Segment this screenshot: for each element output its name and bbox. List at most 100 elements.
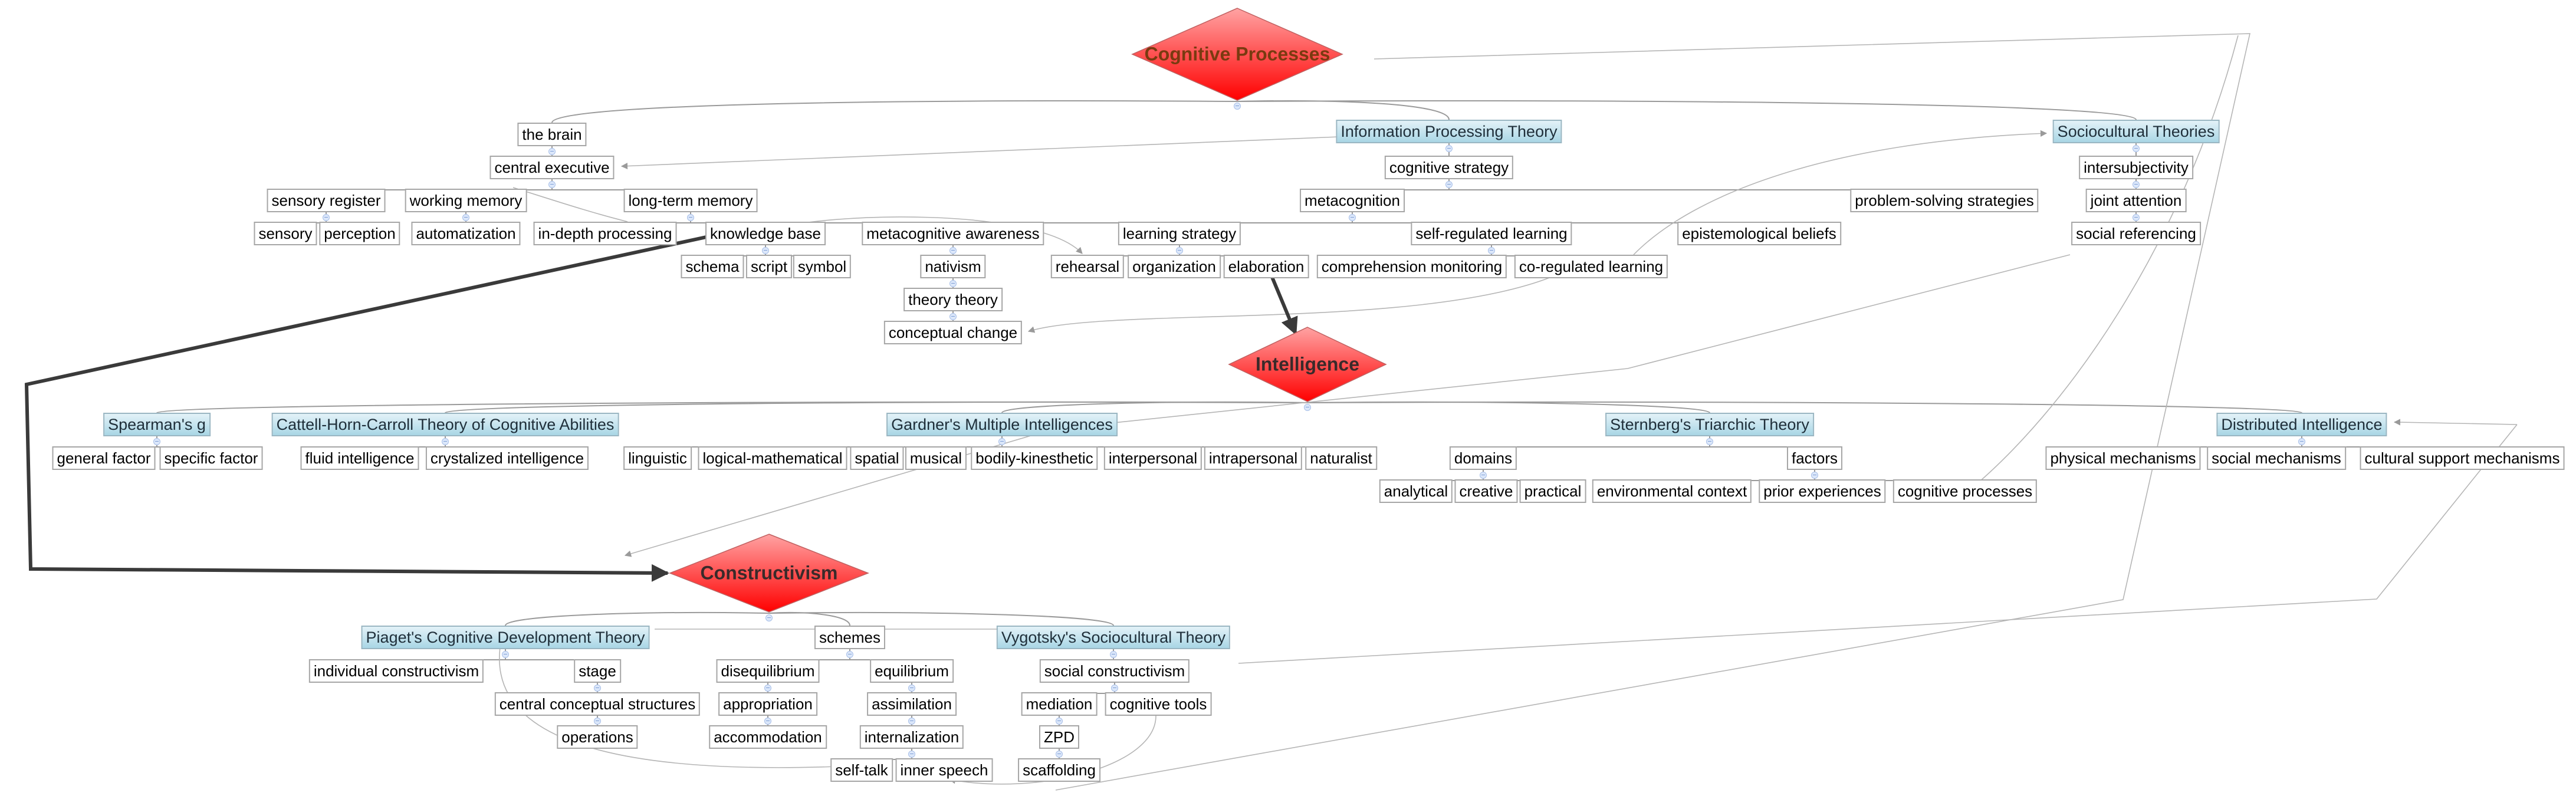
node-spearmans-g[interactable]: Spearman's g [103, 413, 211, 436]
collapse-toggle-icon[interactable] [765, 614, 773, 621]
collapse-toggle-icon[interactable] [2133, 145, 2140, 152]
collapse-toggle-icon[interactable] [908, 751, 915, 758]
collapse-toggle-icon[interactable] [1445, 145, 1453, 152]
collapse-toggle-icon[interactable] [949, 313, 957, 320]
node-script[interactable]: script [745, 255, 793, 278]
node-specific-factor[interactable]: specific factor [159, 446, 263, 470]
node-vygotskys-theory[interactable]: Vygotsky's Sociocultural Theory [996, 626, 1231, 649]
collapse-toggle-icon[interactable] [594, 685, 601, 692]
node-gardners-mi[interactable]: Gardner's Multiple Intelligences [886, 413, 1118, 436]
collapse-toggle-icon[interactable] [462, 214, 469, 221]
node-schema[interactable]: schema [681, 255, 744, 278]
node-operations[interactable]: operations [557, 725, 638, 749]
collapse-toggle-icon[interactable] [1110, 651, 1117, 658]
node-accommodation[interactable]: accommodation [709, 725, 827, 749]
node-musical[interactable]: musical [905, 446, 967, 470]
node-spatial[interactable]: spatial [850, 446, 904, 470]
node-schemes[interactable]: schemes [814, 626, 886, 649]
node-learning-strategy[interactable]: learning strategy [1118, 222, 1241, 245]
collapse-toggle-icon[interactable] [548, 181, 556, 188]
collapse-toggle-icon[interactable] [1445, 181, 1453, 188]
node-cognitive-processes-leaf[interactable]: cognitive processes [1892, 479, 2038, 503]
node-information-processing-theory[interactable]: Information Processing Theory [1336, 120, 1562, 143]
node-sociocultural-theories[interactable]: Sociocultural Theories [2052, 120, 2220, 143]
collapse-toggle-icon[interactable] [594, 718, 601, 725]
collapse-toggle-icon[interactable] [949, 247, 957, 254]
node-central-executive[interactable]: central executive [489, 156, 615, 179]
node-individual-constructivism[interactable]: individual constructivism [308, 659, 484, 683]
node-epistemological-beliefs[interactable]: epistemological beliefs [1677, 222, 1841, 245]
node-social-mechanisms[interactable]: social mechanisms [2207, 446, 2346, 470]
collapse-toggle-icon[interactable] [2133, 181, 2140, 188]
node-inner-speech[interactable]: inner speech [895, 758, 993, 782]
node-distributed-intelligence[interactable]: Distributed Intelligence [2216, 413, 2387, 436]
node-working-memory[interactable]: working memory [405, 189, 527, 212]
hub-cognitive-processes[interactable]: Cognitive Processes [1131, 7, 1343, 101]
node-organization[interactable]: organization [1128, 255, 1221, 278]
collapse-toggle-icon[interactable] [908, 685, 915, 692]
node-mediation[interactable]: mediation [1021, 692, 1098, 716]
node-the-brain[interactable]: the brain [517, 123, 587, 146]
collapse-toggle-icon[interactable] [1056, 751, 1063, 758]
node-logical-mathematical[interactable]: logical-mathematical [698, 446, 847, 470]
node-problem-solving-strategies[interactable]: problem-solving strategies [1850, 189, 2039, 212]
collapse-toggle-icon[interactable] [908, 718, 915, 725]
node-social-referencing[interactable]: social referencing [2071, 222, 2201, 245]
collapse-toggle-icon[interactable] [998, 438, 1006, 445]
hub-constructivism[interactable]: Constructivism [669, 533, 869, 613]
node-perception[interactable]: perception [319, 222, 400, 245]
node-appropriation[interactable]: appropriation [718, 692, 817, 716]
node-sensory[interactable]: sensory [254, 222, 317, 245]
node-analytical[interactable]: analytical [1379, 479, 1453, 503]
node-metacognition[interactable]: metacognition [1300, 189, 1405, 212]
node-domains[interactable]: domains [1449, 446, 1517, 470]
node-self-regulated-learning[interactable]: self-regulated learning [1411, 222, 1572, 245]
node-physical-mechanisms[interactable]: physical mechanisms [2045, 446, 2201, 470]
node-conceptual-change[interactable]: conceptual change [883, 321, 1023, 344]
node-central-conceptual-structures[interactable]: central conceptual structures [494, 692, 701, 716]
node-interpersonal[interactable]: interpersonal [1103, 446, 1202, 470]
collapse-toggle-icon[interactable] [502, 651, 509, 658]
node-crystalized-intelligence[interactable]: crystalized intelligence [425, 446, 589, 470]
node-knowledge-base[interactable]: knowledge base [705, 222, 826, 245]
node-practical[interactable]: practical [1519, 479, 1586, 503]
node-cognitive-strategy[interactable]: cognitive strategy [1384, 156, 1514, 179]
collapse-toggle-icon[interactable] [1304, 404, 1311, 411]
collapse-toggle-icon[interactable] [2298, 438, 2305, 445]
collapse-toggle-icon[interactable] [762, 247, 769, 254]
collapse-toggle-icon[interactable] [1056, 718, 1063, 725]
node-automatization[interactable]: automatization [411, 222, 521, 245]
collapse-toggle-icon[interactable] [764, 685, 771, 692]
collapse-toggle-icon[interactable] [442, 438, 449, 445]
node-elaboration[interactable]: elaboration [1223, 255, 1309, 278]
node-bodily-kinesthetic[interactable]: bodily-kinesthetic [971, 446, 1098, 470]
node-cultural-support-mechanisms[interactable]: cultural support mechanisms [2360, 446, 2565, 470]
node-comprehension-monitoring[interactable]: comprehension monitoring [1316, 255, 1507, 278]
node-cognitive-tools[interactable]: cognitive tools [1105, 692, 1212, 716]
collapse-toggle-icon[interactable] [846, 651, 853, 658]
node-nativism[interactable]: nativism [920, 255, 986, 278]
node-piagets-theory[interactable]: Piaget's Cognitive Development Theory [361, 626, 650, 649]
collapse-toggle-icon[interactable] [548, 148, 556, 155]
node-rehearsal[interactable]: rehearsal [1050, 255, 1125, 278]
node-long-term-memory[interactable]: long-term memory [623, 189, 758, 212]
node-naturalist[interactable]: naturalist [1305, 446, 1377, 470]
node-internalization[interactable]: internalization [859, 725, 964, 749]
node-in-depth-processing[interactable]: in-depth processing [533, 222, 677, 245]
node-stage[interactable]: stage [574, 659, 621, 683]
node-joint-attention[interactable]: joint attention [2085, 189, 2187, 212]
node-factors[interactable]: factors [1786, 446, 1843, 470]
collapse-toggle-icon[interactable] [1176, 247, 1183, 254]
hub-intelligence[interactable]: Intelligence [1228, 326, 1387, 403]
node-creative[interactable]: creative [1454, 479, 1518, 503]
collapse-toggle-icon[interactable] [153, 438, 160, 445]
node-general-factor[interactable]: general factor [52, 446, 156, 470]
collapse-toggle-icon[interactable] [1488, 247, 1495, 254]
node-self-talk[interactable]: self-talk [830, 758, 893, 782]
node-assimilation[interactable]: assimilation [867, 692, 957, 716]
collapse-toggle-icon[interactable] [1706, 438, 1713, 445]
node-metacognitive-awareness[interactable]: metacognitive awareness [862, 222, 1044, 245]
collapse-toggle-icon[interactable] [1234, 103, 1241, 110]
node-fluid-intelligence[interactable]: fluid intelligence [300, 446, 419, 470]
node-equilibrium[interactable]: equilibrium [870, 659, 954, 683]
